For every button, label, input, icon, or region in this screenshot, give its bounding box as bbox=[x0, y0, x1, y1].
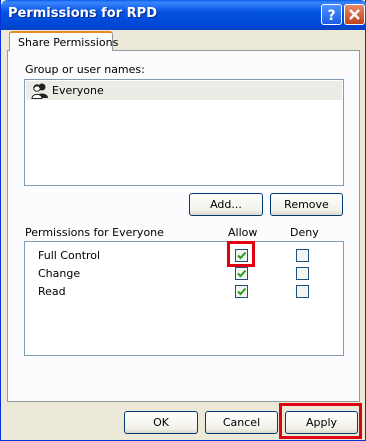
ok-button[interactable]: OK bbox=[124, 411, 198, 434]
close-button[interactable] bbox=[344, 4, 365, 25]
permission-name: Read bbox=[38, 285, 66, 298]
highlight-full-control-allow bbox=[227, 241, 255, 267]
permission-name: Change bbox=[38, 267, 81, 280]
checkmark-icon bbox=[237, 269, 247, 278]
close-icon bbox=[349, 9, 360, 20]
help-button[interactable]: ? bbox=[321, 4, 342, 25]
highlight-apply bbox=[279, 403, 362, 439]
permission-name: Full Control bbox=[38, 249, 101, 262]
allow-checkbox-change[interactable] bbox=[235, 267, 248, 280]
permissions-list: Full Control Change Read bbox=[24, 241, 344, 356]
users-group-icon bbox=[31, 83, 48, 99]
deny-checkbox-full-control[interactable] bbox=[296, 249, 309, 262]
allow-checkbox-read[interactable] bbox=[235, 285, 248, 298]
tab-label: Share Permissions bbox=[18, 36, 119, 49]
window-title: Permissions for RPD bbox=[8, 6, 157, 21]
group-user-list[interactable]: Everyone bbox=[24, 79, 344, 186]
add-button[interactable]: Add... bbox=[189, 193, 263, 216]
tab-share-permissions[interactable]: Share Permissions bbox=[9, 31, 118, 51]
question-icon: ? bbox=[327, 8, 335, 24]
title-bar[interactable]: Permissions for RPD ? bbox=[1, 0, 366, 30]
cancel-button[interactable]: Cancel bbox=[205, 411, 278, 434]
checkmark-icon bbox=[237, 287, 247, 296]
deny-checkbox-change[interactable] bbox=[296, 267, 309, 280]
list-item-label: Everyone bbox=[52, 84, 104, 97]
group-names-label: Group or user names: bbox=[25, 63, 145, 76]
allow-column-header: Allow bbox=[228, 226, 258, 239]
deny-checkbox-read[interactable] bbox=[296, 285, 309, 298]
remove-button[interactable]: Remove bbox=[270, 193, 343, 216]
permissions-label: Permissions for Everyone bbox=[25, 226, 164, 239]
deny-column-header: Deny bbox=[290, 226, 319, 239]
svg-text:?: ? bbox=[327, 8, 335, 24]
list-item-everyone[interactable]: Everyone bbox=[26, 81, 342, 100]
permissions-dialog: Permissions for RPD ? Share Permissions … bbox=[0, 0, 366, 441]
